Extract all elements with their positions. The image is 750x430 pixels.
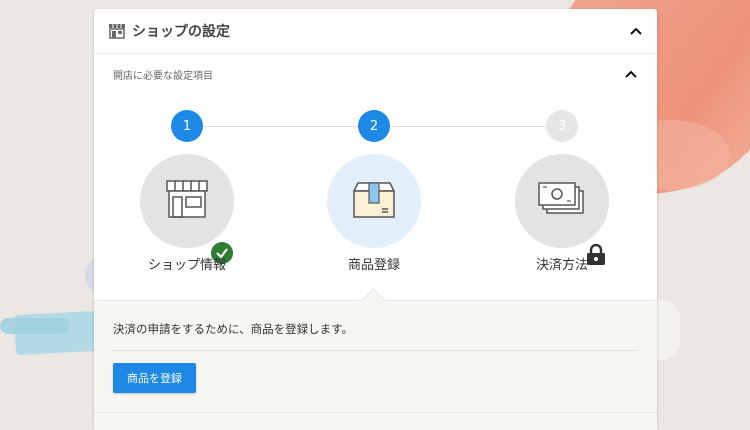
step-number-1: 1 xyxy=(171,110,203,142)
panel-title: ショップの設定 xyxy=(132,24,230,40)
info-pointer xyxy=(361,288,386,313)
store-icon xyxy=(108,22,126,40)
step-connector xyxy=(390,126,560,127)
setup-steps: 1 ショップ情報 2 商品登録 3 決済方法 xyxy=(94,94,657,284)
divider xyxy=(94,412,657,413)
background-paint-teal-light xyxy=(0,318,70,334)
step-2-label: 商品登録 xyxy=(347,258,400,273)
step-connector xyxy=(203,126,373,127)
money-bills-icon xyxy=(537,181,587,221)
shop-settings-panel: ショップの設定 開店に必要な設定項目 1 ショップ情報 2 商品登録 3 決済方… xyxy=(94,9,657,430)
panel-header[interactable]: ショップの設定 xyxy=(94,9,657,54)
shop-storefront-icon xyxy=(165,179,209,223)
step-number-3: 3 xyxy=(546,110,578,142)
step-3-circle[interactable] xyxy=(515,154,609,248)
step-1-label: ショップ情報 xyxy=(147,258,226,273)
step-info-box: 決済の申請をするために、商品を登録します。 商品を登録 xyxy=(94,288,657,430)
chevron-up-icon[interactable] xyxy=(624,67,638,81)
product-box-icon xyxy=(352,179,396,223)
chevron-up-icon[interactable] xyxy=(629,24,643,38)
register-product-button[interactable]: 商品を登録 xyxy=(113,363,196,393)
divider xyxy=(113,350,638,351)
step-2-circle[interactable] xyxy=(327,154,421,248)
step-3-label: 決済方法 xyxy=(535,258,588,273)
step-1-circle[interactable] xyxy=(140,154,234,248)
step-number-2: 2 xyxy=(358,110,390,142)
info-message: 決済の申請をするために、商品を登録します。 xyxy=(113,322,354,336)
section-header[interactable]: 開店に必要な設定項目 xyxy=(94,54,657,94)
section-title: 開店に必要な設定項目 xyxy=(113,70,213,82)
